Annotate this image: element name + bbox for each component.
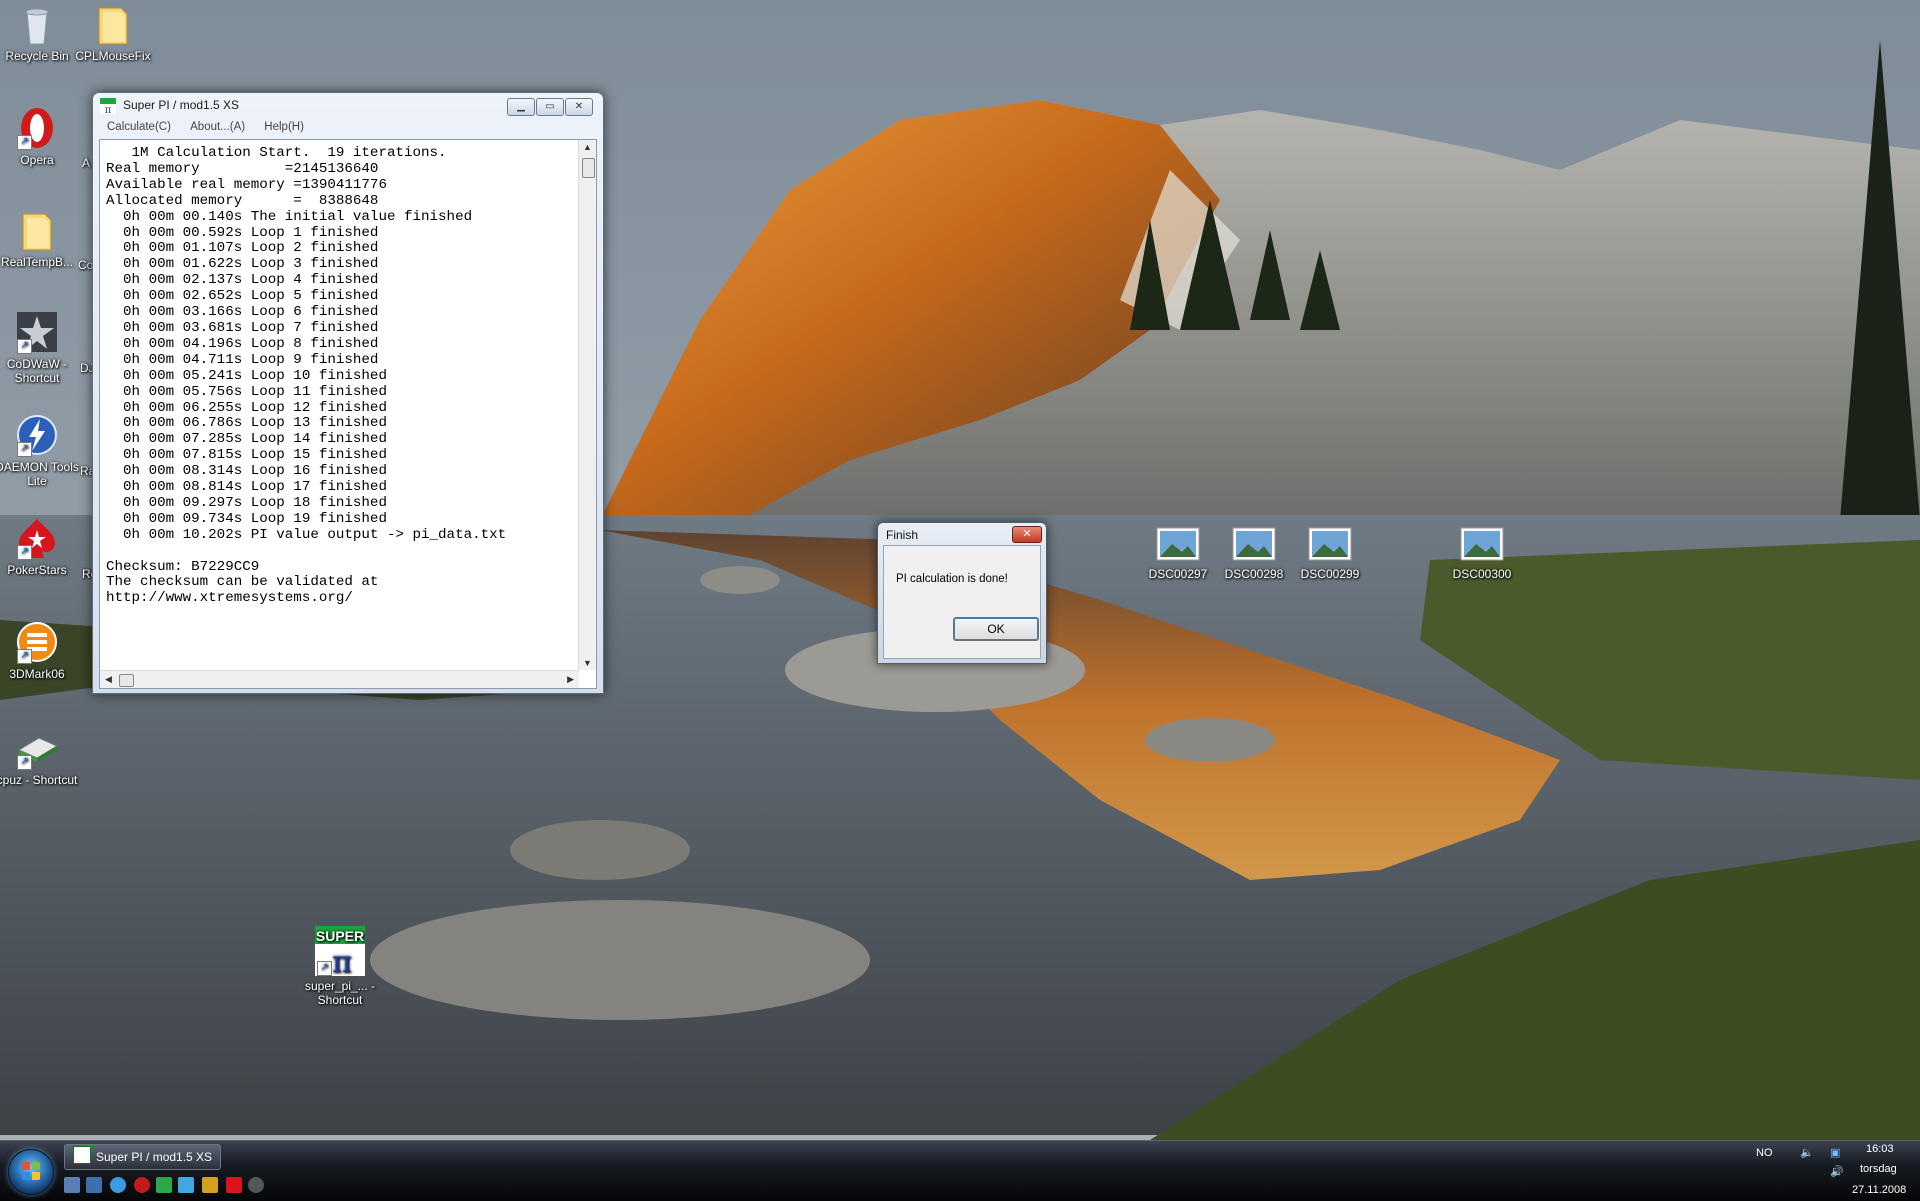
dialog-body: PI calculation is done! OK <box>883 545 1041 659</box>
speaker-icon[interactable]: 🔊 <box>1830 1165 1844 1178</box>
language-indicator[interactable]: NO <box>1756 1147 1773 1159</box>
taskbar: Super PI / mod1.5 XS NO 🔈 ▣ 🔊 16:03 tors… <box>0 1140 1920 1201</box>
taskbar-button-label: Super PI / mod1.5 XS <box>96 1150 213 1164</box>
shortcut-arrow-icon: ↗ <box>317 961 332 976</box>
winamp-icon[interactable] <box>202 1177 218 1193</box>
desktop-icon-recycle-bin[interactable]: Recycle Bin <box>0 2 79 63</box>
green-app-icon[interactable] <box>156 1177 172 1193</box>
image-file-icon <box>1156 524 1200 564</box>
calculation-log: 1M Calculation Start. 19 iterations. Rea… <box>106 145 507 607</box>
scroll-down-icon[interactable]: ▼ <box>583 658 592 668</box>
scroll-up-icon[interactable]: ▲ <box>583 142 592 152</box>
menu-calculate[interactable]: Calculate(C) <box>107 121 171 133</box>
desktop-icon-dsc00300[interactable]: DSC00300 <box>1440 524 1524 581</box>
folder-icon <box>91 2 135 46</box>
cpuz-chip-icon: ↗ <box>15 726 59 770</box>
opera-quicklaunch-icon[interactable] <box>134 1177 150 1193</box>
close-icon: ✕ <box>574 101 584 112</box>
desktop-icon-dsc00297[interactable]: DSC00297 <box>1136 524 1220 581</box>
opera-icon: ↗ <box>15 106 59 150</box>
superpi-titlebar[interactable]: π Super PI / mod1.5 XS ▁ ▭ ✕ <box>93 93 603 117</box>
start-button[interactable] <box>8 1149 54 1195</box>
output-area[interactable]: 1M Calculation Start. 19 iterations. Rea… <box>99 139 597 689</box>
shortcut-arrow-icon: ↗ <box>17 755 32 770</box>
desktop-icon-dsc00298[interactable]: DSC00298 <box>1212 524 1296 581</box>
maximize-icon: ▭ <box>545 101 555 112</box>
dialog-title: Finish <box>886 528 919 542</box>
maximize-button[interactable]: ▭ <box>536 98 564 116</box>
desktop-icon-opera[interactable]: ↗ Opera <box>0 106 79 167</box>
clock-date[interactable]: 27.11.2008 <box>1852 1184 1906 1196</box>
steam-icon[interactable] <box>248 1177 264 1193</box>
internet-explorer-icon[interactable] <box>110 1177 126 1193</box>
desktop-icon-3dmark06[interactable]: ↗ 3DMark06 <box>0 620 79 681</box>
clock-day[interactable]: torsdag <box>1860 1163 1897 1175</box>
folder-icon <box>15 208 59 252</box>
cod-star-icon: ↗ <box>15 310 59 354</box>
menu-bar: Calculate(C) About...(A) Help(H) <box>97 121 597 139</box>
superpi-task-icon <box>73 1146 91 1164</box>
scroll-left-icon[interactable]: ◀ <box>105 674 112 685</box>
messenger-icon[interactable] <box>178 1177 194 1193</box>
shortcut-arrow-icon: ↗ <box>17 135 32 150</box>
superpi-app-icon: π <box>100 98 116 114</box>
vertical-scroll-thumb[interactable] <box>582 158 595 178</box>
pokerstars-icon: ↗ <box>15 516 59 560</box>
minimize-button[interactable]: ▁ <box>507 98 535 116</box>
horizontal-scrollbar[interactable]: ◀ ▶ <box>100 670 579 688</box>
pokerstars-quicklaunch-icon[interactable] <box>226 1177 242 1193</box>
vertical-scrollbar[interactable]: ▲ ▼ <box>578 140 596 670</box>
image-file-icon <box>1460 524 1504 564</box>
close-icon: ✕ <box>1022 528 1032 540</box>
daemon-lightning-icon: ↗ <box>15 413 59 457</box>
svg-text:SUPER: SUPER <box>316 928 364 944</box>
menu-about[interactable]: About...(A) <box>190 121 245 133</box>
recycle-bin-icon <box>15 2 59 46</box>
shortcut-arrow-icon: ↗ <box>17 442 32 457</box>
svg-text:π: π <box>332 945 352 976</box>
desktop-icon-dsc00299[interactable]: DSC00299 <box>1288 524 1372 581</box>
clock-time[interactable]: 16:03 <box>1866 1143 1894 1155</box>
superpi-icon: SUPER π ↗ <box>315 926 365 980</box>
dialog-message: PI calculation is done! <box>896 573 1008 585</box>
menu-help[interactable]: Help(H) <box>264 121 304 133</box>
dialog-close-button[interactable]: ✕ <box>1012 526 1042 543</box>
minimize-icon: ▁ <box>517 101 525 112</box>
image-file-icon <box>1308 524 1352 564</box>
close-button[interactable]: ✕ <box>565 98 593 116</box>
desktop-icon-pokerstars[interactable]: ↗ PokerStars <box>0 516 79 577</box>
shortcut-arrow-icon: ↗ <box>17 545 32 560</box>
desktop-icon-codwaw[interactable]: ↗ CoDWaW - Shortcut <box>0 310 79 385</box>
shortcut-arrow-icon: ↗ <box>17 339 32 354</box>
svg-text:π: π <box>105 105 112 114</box>
network-icon[interactable]: ▣ <box>1830 1146 1840 1159</box>
image-file-icon <box>1232 524 1276 564</box>
shortcut-arrow-icon: ↗ <box>17 649 32 664</box>
horizontal-scroll-thumb[interactable] <box>119 674 134 687</box>
desktop-icon-superpi[interactable]: SUPER π ↗ super_pi_... - Shortcut <box>298 926 382 1007</box>
desktop-icon-daemon-tools[interactable]: ↗ DAEMON Tools Lite <box>0 413 79 488</box>
3dmark-icon: ↗ <box>15 620 59 664</box>
ok-button[interactable]: OK <box>953 617 1039 641</box>
volume-muted-icon[interactable]: 🔈 <box>1800 1146 1814 1159</box>
window-title: Super PI / mod1.5 XS <box>123 98 240 112</box>
switch-windows-icon[interactable] <box>86 1177 102 1193</box>
show-desktop-icon[interactable] <box>64 1177 80 1193</box>
desktop-icon-cplmousefix[interactable]: CPLMouseFix <box>71 2 155 63</box>
scroll-right-icon[interactable]: ▶ <box>567 674 574 685</box>
superpi-window[interactable]: π Super PI / mod1.5 XS ▁ ▭ ✕ Calculate(C… <box>92 92 604 694</box>
desktop-icon-cpuz[interactable]: ↗ cpuz - Shortcut <box>0 726 79 787</box>
desktop-icon-realtempb[interactable]: RealTempB... <box>0 208 79 269</box>
finish-dialog[interactable]: Finish ✕ PI calculation is done! OK <box>877 522 1047 664</box>
taskbar-button-superpi[interactable]: Super PI / mod1.5 XS <box>64 1144 221 1170</box>
